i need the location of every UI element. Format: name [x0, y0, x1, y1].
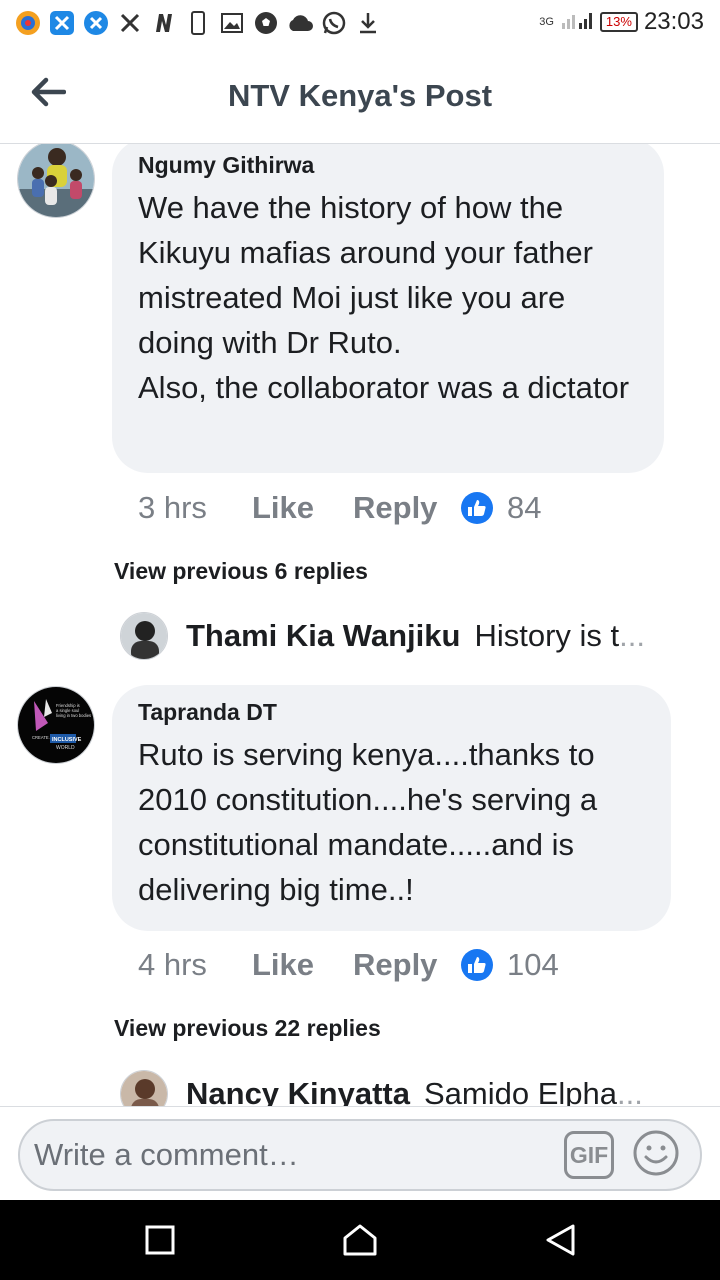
comment-bubble[interactable]: Ngumy Githirwa We have the history of ho… — [112, 144, 664, 473]
comment-composer-bar: GIF — [0, 1106, 720, 1200]
comments-feed[interactable]: Ngumy Githirwa We have the history of ho… — [0, 144, 720, 1106]
square-icon — [145, 1225, 175, 1255]
avatar-tagline: INCLUSIVE — [52, 737, 82, 743]
like-button[interactable]: Like — [252, 947, 353, 983]
ellipsis: ... — [619, 618, 645, 653]
latest-reply[interactable]: Nancy Kinyatta Samido Elpha... — [120, 1070, 643, 1106]
like-count[interactable]: 104 — [507, 947, 559, 983]
comment-bubble[interactable]: Tapranda DT Ruto is serving kenya....tha… — [112, 685, 671, 931]
image-icon — [218, 9, 246, 37]
clock: 23:03 — [643, 8, 704, 35]
signal-icon — [560, 9, 594, 36]
whatsapp-icon — [320, 9, 348, 37]
comment-composer[interactable]: GIF — [18, 1119, 702, 1191]
x-app-icon — [48, 9, 76, 37]
network-type: 3G — [539, 16, 554, 28]
avatar[interactable]: Friendship is a single soul living in tw… — [17, 686, 95, 764]
n-icon — [150, 9, 178, 37]
reply-author: Thami Kia Wanjiku — [186, 618, 461, 653]
back-nav-button[interactable] — [540, 1220, 580, 1260]
avatar-tagline: WORLD — [56, 745, 75, 751]
notification-icons — [14, 9, 382, 37]
thumbs-up-icon — [461, 492, 493, 524]
comment-timestamp[interactable]: 3 hrs — [138, 490, 252, 526]
x-icon — [116, 9, 144, 37]
reply-author: Nancy Kinyatta — [186, 1076, 410, 1106]
status-bar: 3G 13% 23:03 — [0, 0, 720, 48]
battery-indicator: 13% — [599, 12, 638, 32]
view-previous-replies[interactable]: View previous 6 replies — [114, 558, 368, 585]
system-nav-bar — [0, 1200, 720, 1280]
avatar[interactable] — [120, 612, 168, 660]
comment-actions: 4 hrs Like Reply 104 — [138, 947, 559, 983]
comment-text: Ruto is serving kenya....thanks to 2010 … — [138, 737, 598, 907]
home-icon — [343, 1224, 377, 1256]
app-header: NTV Kenya's Post — [0, 48, 720, 144]
comment-actions: 3 hrs Like Reply 84 — [138, 490, 541, 526]
like-count[interactable]: 84 — [507, 490, 541, 526]
comment-timestamp[interactable]: 4 hrs — [138, 947, 252, 983]
download-icon — [354, 9, 382, 37]
cloud-icon — [286, 9, 314, 37]
comment-input[interactable] — [34, 1131, 554, 1179]
comment-author[interactable]: Ngumy Githirwa — [138, 152, 638, 179]
triangle-back-icon — [546, 1224, 575, 1256]
view-previous-replies[interactable]: View previous 22 replies — [114, 1015, 381, 1042]
comment-text: We have the history of how the Kikuyu ma… — [138, 190, 630, 405]
like-button[interactable]: Like — [252, 490, 353, 526]
thumbs-up-icon — [461, 949, 493, 981]
emoji-icon[interactable] — [632, 1129, 680, 1177]
reply-snippet: History is t — [474, 618, 620, 653]
soccer-icon — [252, 9, 280, 37]
browser-icon — [14, 9, 42, 37]
recents-button[interactable] — [140, 1220, 180, 1260]
latest-reply[interactable]: Thami Kia Wanjiku History is t... — [120, 612, 645, 660]
phone-icon — [184, 9, 212, 37]
reply-button[interactable]: Reply — [353, 490, 461, 526]
x-app-icon — [82, 9, 110, 37]
comment-author[interactable]: Tapranda DT — [138, 699, 645, 726]
avatar-tagline: living in two bodies — [56, 713, 91, 718]
ellipsis: ... — [616, 1076, 643, 1106]
avatar[interactable] — [17, 144, 95, 218]
reply-snippet: Samido Elpha — [423, 1076, 617, 1106]
reply-button[interactable]: Reply — [353, 947, 461, 983]
gif-button[interactable]: GIF — [564, 1131, 614, 1179]
page-title: NTV Kenya's Post — [227, 78, 493, 113]
system-status: 3G 13% 23:03 — [539, 8, 704, 36]
avatar[interactable] — [120, 1070, 168, 1106]
home-button[interactable] — [340, 1220, 380, 1260]
